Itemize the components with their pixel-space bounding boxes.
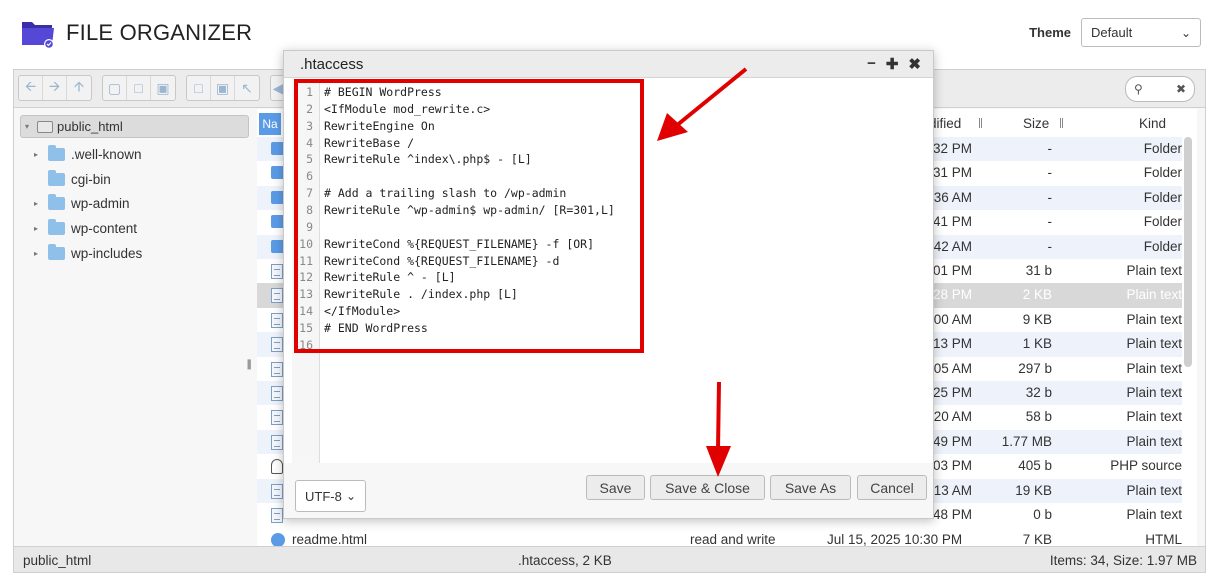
arrow-to-code-icon (657, 67, 748, 141)
page: FILE ORGANIZER Theme Default ⌄ 🡨 🡪 🡩 ▢ □… (0, 0, 1221, 586)
arrow-to-save-close-icon (706, 381, 731, 477)
annotation-arrows (657, 67, 748, 477)
